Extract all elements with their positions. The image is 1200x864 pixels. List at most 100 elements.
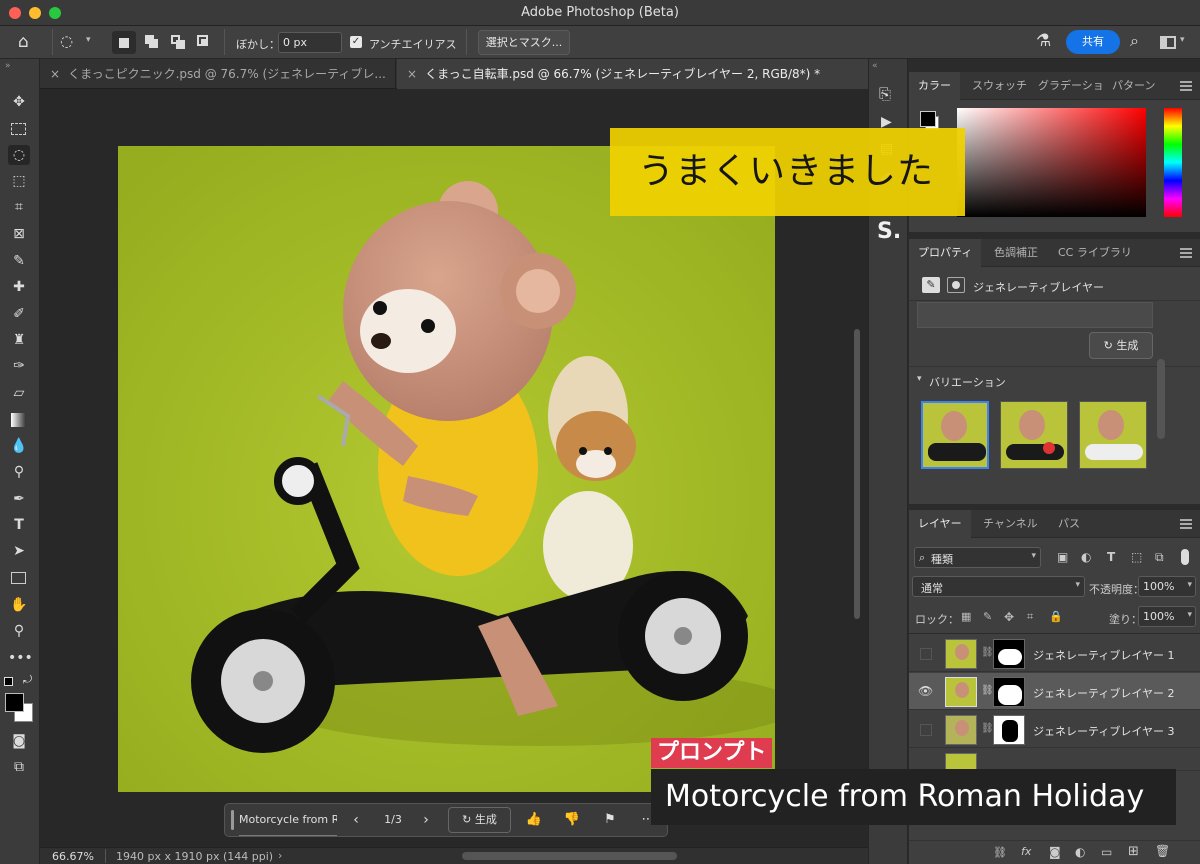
- pen-tool-icon[interactable]: ✒: [8, 489, 30, 509]
- generate-button[interactable]: ↻ 生成: [448, 807, 511, 833]
- document-image[interactable]: [118, 146, 775, 792]
- trash-icon[interactable]: 🗑: [1155, 844, 1170, 858]
- drag-handle[interactable]: [231, 810, 234, 830]
- previous-variation-button[interactable]: ‹: [345, 804, 367, 836]
- more-tools-icon[interactable]: •••: [8, 648, 33, 668]
- tab-layers[interactable]: レイヤー: [909, 510, 971, 538]
- tab-bicycle[interactable]: × くまっこ自転車.psd @ 66.7% (ジェネレーティブレイヤー 2, RG…: [397, 59, 868, 89]
- zoom-tool-icon[interactable]: ⚲: [8, 621, 30, 641]
- close-window-button[interactable]: [9, 7, 21, 19]
- eraser-tool-icon[interactable]: ▱: [8, 383, 30, 403]
- lock-all-icon[interactable]: 🔒: [1049, 610, 1063, 623]
- panel-scrollbar[interactable]: [1157, 359, 1165, 439]
- filter-adjustment-icon[interactable]: ◐: [1081, 550, 1091, 564]
- lasso-tool-icon[interactable]: ◌: [8, 145, 30, 165]
- tab-patterns[interactable]: パターン: [1103, 72, 1164, 100]
- color-field[interactable]: [957, 108, 1146, 217]
- gradient-tool-icon[interactable]: [8, 410, 30, 430]
- tab-channels[interactable]: チャンネル: [974, 510, 1047, 538]
- close-icon[interactable]: ×: [407, 67, 417, 81]
- filter-shape-icon[interactable]: ⬚: [1131, 550, 1142, 564]
- select-and-mask-button[interactable]: 選択とマスク...: [478, 30, 570, 55]
- variation-thumbnail[interactable]: [1000, 401, 1068, 469]
- add-mask-icon[interactable]: ◙: [1049, 845, 1061, 859]
- thumbs-up-icon[interactable]: 👍: [521, 804, 547, 836]
- feather-input[interactable]: 0 px: [278, 32, 342, 53]
- flask-icon[interactable]: ⚗: [1036, 31, 1051, 51]
- marquee-tool-icon[interactable]: [8, 119, 30, 139]
- tab-adjustments[interactable]: 色調補正: [985, 239, 1047, 267]
- tab-paths[interactable]: パス: [1049, 510, 1089, 538]
- next-variation-button[interactable]: ›: [415, 804, 437, 836]
- move-tool-icon[interactable]: ✥: [8, 92, 30, 112]
- minimize-window-button[interactable]: [29, 7, 41, 19]
- panel-menu-icon[interactable]: [1180, 81, 1192, 91]
- zoom-window-button[interactable]: [49, 7, 61, 19]
- chevron-right-icon[interactable]: ›: [278, 849, 282, 862]
- path-select-tool-icon[interactable]: ➤: [8, 541, 30, 561]
- workspace-icon[interactable]: [1160, 36, 1176, 49]
- close-icon[interactable]: ×: [50, 67, 60, 81]
- hue-slider[interactable]: [1164, 108, 1182, 217]
- home-icon[interactable]: ⌂: [18, 32, 29, 52]
- layer-row[interactable]: ⛓ ジェネレーティブレイヤー 3: [909, 711, 1200, 748]
- horizontal-scrollbar[interactable]: [462, 852, 677, 860]
- generate-button[interactable]: ↻ 生成: [1089, 332, 1153, 359]
- layer-row[interactable]: [909, 749, 1200, 771]
- search-icon[interactable]: ⌕: [1130, 31, 1139, 51]
- history-icon[interactable]: ⎘: [879, 85, 891, 103]
- foreground-color-swatch[interactable]: [5, 693, 24, 712]
- tab-swatches[interactable]: スウォッチ: [963, 72, 1036, 100]
- object-select-tool-icon[interactable]: ⬚: [8, 171, 30, 191]
- blur-tool-icon[interactable]: 💧: [8, 436, 30, 456]
- healing-brush-tool-icon[interactable]: ✚: [8, 277, 30, 297]
- chevron-down-icon[interactable]: ▾: [917, 374, 922, 384]
- link-layers-icon[interactable]: ⛓: [993, 846, 1007, 859]
- layer-row[interactable]: ⛓ ジェネレーティブレイヤー 1: [909, 635, 1200, 672]
- foreground-color-chip[interactable]: [920, 111, 936, 127]
- report-flag-icon[interactable]: ⚑: [597, 804, 623, 836]
- rectangle-tool-icon[interactable]: [8, 568, 30, 588]
- add-selection-button[interactable]: [143, 33, 161, 51]
- new-selection-button[interactable]: [112, 31, 136, 54]
- thumbs-down-icon[interactable]: 👎: [559, 804, 585, 836]
- intersect-selection-button[interactable]: [195, 33, 213, 51]
- adjustment-layer-icon[interactable]: ◐: [1075, 845, 1085, 859]
- dodge-tool-icon[interactable]: ⚲: [8, 462, 30, 482]
- lasso-tool-icon[interactable]: ◌: [60, 32, 73, 50]
- visibility-toggle[interactable]: [920, 724, 932, 736]
- eye-icon[interactable]: 👁: [918, 684, 933, 698]
- hand-tool-icon[interactable]: ✋: [8, 595, 30, 615]
- layer-row-selected[interactable]: 👁 ⛓ ジェネレーティブレイヤー 2: [909, 673, 1200, 710]
- zoom-level[interactable]: 66.67%: [52, 850, 94, 863]
- eyedropper-tool-icon[interactable]: ✎: [8, 251, 30, 271]
- lock-transparent-icon[interactable]: ▦: [961, 610, 971, 623]
- default-colors-icon[interactable]: [4, 677, 13, 686]
- frame-tool-icon[interactable]: ⊠: [8, 224, 30, 244]
- lock-image-icon[interactable]: ✎: [983, 610, 992, 623]
- filter-type-icon[interactable]: T: [1107, 550, 1115, 564]
- group-icon[interactable]: ▭: [1101, 845, 1112, 859]
- layer-filter-select[interactable]: ⌕ 種類 ▾: [914, 547, 1041, 568]
- collapse-icon[interactable]: «: [872, 61, 878, 71]
- prompt-input[interactable]: [917, 302, 1153, 328]
- filter-toggle[interactable]: [1181, 549, 1189, 565]
- type-tool-icon[interactable]: T: [8, 515, 30, 535]
- tab-color[interactable]: カラー: [909, 72, 960, 100]
- fx-icon[interactable]: fx: [1021, 845, 1031, 858]
- opacity-input[interactable]: 100% ▾: [1138, 576, 1196, 597]
- tab-picnic[interactable]: × くまっこピクニック.psd @ 76.7% (ジェネレーティブレ...: [40, 59, 396, 89]
- history-brush-tool-icon[interactable]: ✑: [8, 356, 30, 376]
- share-button[interactable]: 共有: [1066, 30, 1120, 54]
- stamp-tool-icon[interactable]: ♜: [8, 330, 30, 350]
- swap-colors-icon[interactable]: ⤾: [23, 673, 32, 687]
- visibility-toggle[interactable]: [920, 648, 932, 660]
- blend-mode-select[interactable]: 通常 ▾: [912, 576, 1085, 597]
- filter-pixel-icon[interactable]: ▣: [1057, 550, 1068, 564]
- chevron-down-icon[interactable]: ▾: [86, 35, 91, 45]
- vertical-scrollbar[interactable]: [854, 329, 860, 619]
- tab-cc-libraries[interactable]: CC ライブラリ: [1049, 239, 1141, 267]
- stock-icon[interactable]: S.: [877, 219, 901, 244]
- new-layer-icon[interactable]: ⊞: [1128, 844, 1139, 859]
- collapse-icon[interactable]: »: [5, 61, 11, 71]
